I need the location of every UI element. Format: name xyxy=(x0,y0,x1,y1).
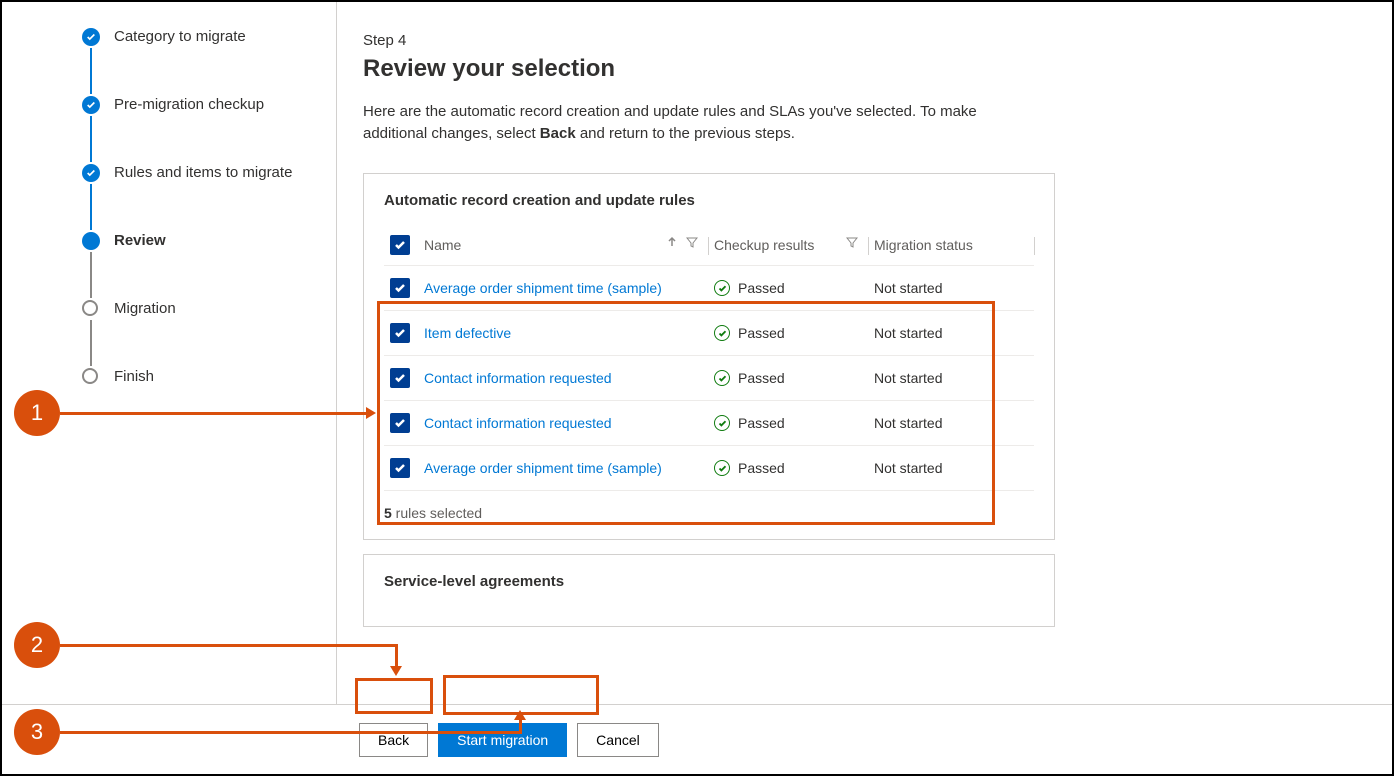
step-list: Category to migrate Pre-migration checku… xyxy=(82,26,336,396)
checkup-result-text: Passed xyxy=(738,370,785,386)
sort-asc-icon[interactable] xyxy=(666,235,678,251)
step-rules-and-items[interactable]: Rules and items to migrate xyxy=(82,162,336,230)
app-window: Category to migrate Pre-migration checku… xyxy=(0,0,1394,776)
migration-status: Not started xyxy=(874,370,942,386)
column-select-all[interactable] xyxy=(384,227,418,266)
table-row[interactable]: Average order shipment time (sample) Pas… xyxy=(384,266,1034,311)
step-label: Migration xyxy=(114,298,176,320)
back-button[interactable]: Back xyxy=(359,723,428,757)
migration-status: Not started xyxy=(874,325,942,341)
footer-bar: Back Start migration Cancel xyxy=(2,704,1392,774)
column-name[interactable]: Name xyxy=(418,227,708,266)
main-content: Step 4 Review your selection Here are th… xyxy=(337,2,1392,774)
checkup-result: Passed xyxy=(714,460,785,476)
checkmark-circle-icon xyxy=(714,370,730,386)
step-connector xyxy=(90,116,92,162)
selected-count-number: 5 xyxy=(384,505,392,521)
column-divider xyxy=(1034,237,1035,255)
rules-card-title: Automatic record creation and update rul… xyxy=(384,192,1034,209)
step-label: Review xyxy=(114,230,166,252)
step-finish: Finish xyxy=(82,366,336,396)
pending-step-icon xyxy=(82,368,98,384)
step-connector xyxy=(90,184,92,230)
step-connector xyxy=(90,320,92,366)
table-row[interactable]: Average order shipment time (sample) Pas… xyxy=(384,446,1034,491)
checkup-result-text: Passed xyxy=(738,325,785,341)
checkup-result: Passed xyxy=(714,325,785,341)
filter-icon[interactable] xyxy=(846,235,858,251)
column-migration-status[interactable]: Migration status xyxy=(868,227,1034,266)
step-label: Finish xyxy=(114,366,154,388)
checkbox-icon[interactable] xyxy=(390,323,410,343)
intro-bold: Back xyxy=(540,125,576,142)
rule-name-link[interactable]: Average order shipment time (sample) xyxy=(424,460,662,476)
checkup-result-text: Passed xyxy=(738,415,785,431)
selected-count-text: rules selected xyxy=(392,505,482,521)
step-label: Rules and items to migrate xyxy=(114,162,292,184)
step-connector xyxy=(90,48,92,94)
checkmark-icon xyxy=(82,164,100,182)
rules-table-body: Average order shipment time (sample) Pas… xyxy=(384,266,1034,491)
table-row[interactable]: Contact information requested Passed Not… xyxy=(384,356,1034,401)
step-pre-migration-checkup[interactable]: Pre-migration checkup xyxy=(82,94,336,162)
main-layout: Category to migrate Pre-migration checku… xyxy=(2,2,1392,774)
step-migration: Migration xyxy=(82,298,336,366)
step-label: Pre-migration checkup xyxy=(114,94,264,116)
checkmark-circle-icon xyxy=(714,325,730,341)
wizard-steps-sidebar: Category to migrate Pre-migration checku… xyxy=(2,2,337,774)
step-category-to-migrate[interactable]: Category to migrate xyxy=(82,26,336,94)
intro-text: Here are the automatic record creation a… xyxy=(363,101,983,145)
step-review[interactable]: Review xyxy=(82,230,336,298)
column-name-label: Name xyxy=(424,237,461,253)
checkup-result-text: Passed xyxy=(738,280,785,296)
table-row[interactable]: Contact information requested Passed Not… xyxy=(384,401,1034,446)
intro-post: and return to the previous steps. xyxy=(576,125,795,142)
current-step-icon xyxy=(82,232,100,250)
checkbox-icon[interactable] xyxy=(390,278,410,298)
page-title: Review your selection xyxy=(363,55,1352,83)
checkmark-icon xyxy=(82,96,100,114)
column-checkup-results[interactable]: Checkup results xyxy=(708,227,868,266)
step-label: Category to migrate xyxy=(114,26,246,48)
rule-name-link[interactable]: Contact information requested xyxy=(424,370,612,386)
migration-status: Not started xyxy=(874,280,942,296)
column-status-label: Migration status xyxy=(874,237,973,253)
checkup-result: Passed xyxy=(714,280,785,296)
selected-count: 5 rules selected xyxy=(384,491,1034,521)
checkbox-icon xyxy=(390,235,410,255)
rules-table: Name Checkup results xyxy=(384,227,1034,491)
checkup-result: Passed xyxy=(714,415,785,431)
column-checkup-label: Checkup results xyxy=(714,237,814,253)
filter-icon[interactable] xyxy=(686,235,698,251)
checkup-result-text: Passed xyxy=(738,460,785,476)
rules-card: Automatic record creation and update rul… xyxy=(363,173,1055,540)
checkmark-circle-icon xyxy=(714,280,730,296)
migration-status: Not started xyxy=(874,415,942,431)
checkmark-circle-icon xyxy=(714,460,730,476)
start-migration-button[interactable]: Start migration xyxy=(438,723,567,757)
rule-name-link[interactable]: Contact information requested xyxy=(424,415,612,431)
checkbox-icon[interactable] xyxy=(390,413,410,433)
checkbox-icon[interactable] xyxy=(390,458,410,478)
checkmark-circle-icon xyxy=(714,415,730,431)
sla-card-title: Service-level agreements xyxy=(384,573,1034,590)
pending-step-icon xyxy=(82,300,98,316)
checkmark-icon xyxy=(82,28,100,46)
cancel-button[interactable]: Cancel xyxy=(577,723,659,757)
rule-name-link[interactable]: Average order shipment time (sample) xyxy=(424,280,662,296)
step-caption: Step 4 xyxy=(363,32,1352,49)
checkbox-icon[interactable] xyxy=(390,368,410,388)
step-connector xyxy=(90,252,92,298)
checkup-result: Passed xyxy=(714,370,785,386)
rule-name-link[interactable]: Item defective xyxy=(424,325,511,341)
migration-status: Not started xyxy=(874,460,942,476)
table-row[interactable]: Item defective Passed Not started xyxy=(384,311,1034,356)
sla-card: Service-level agreements xyxy=(363,554,1055,627)
